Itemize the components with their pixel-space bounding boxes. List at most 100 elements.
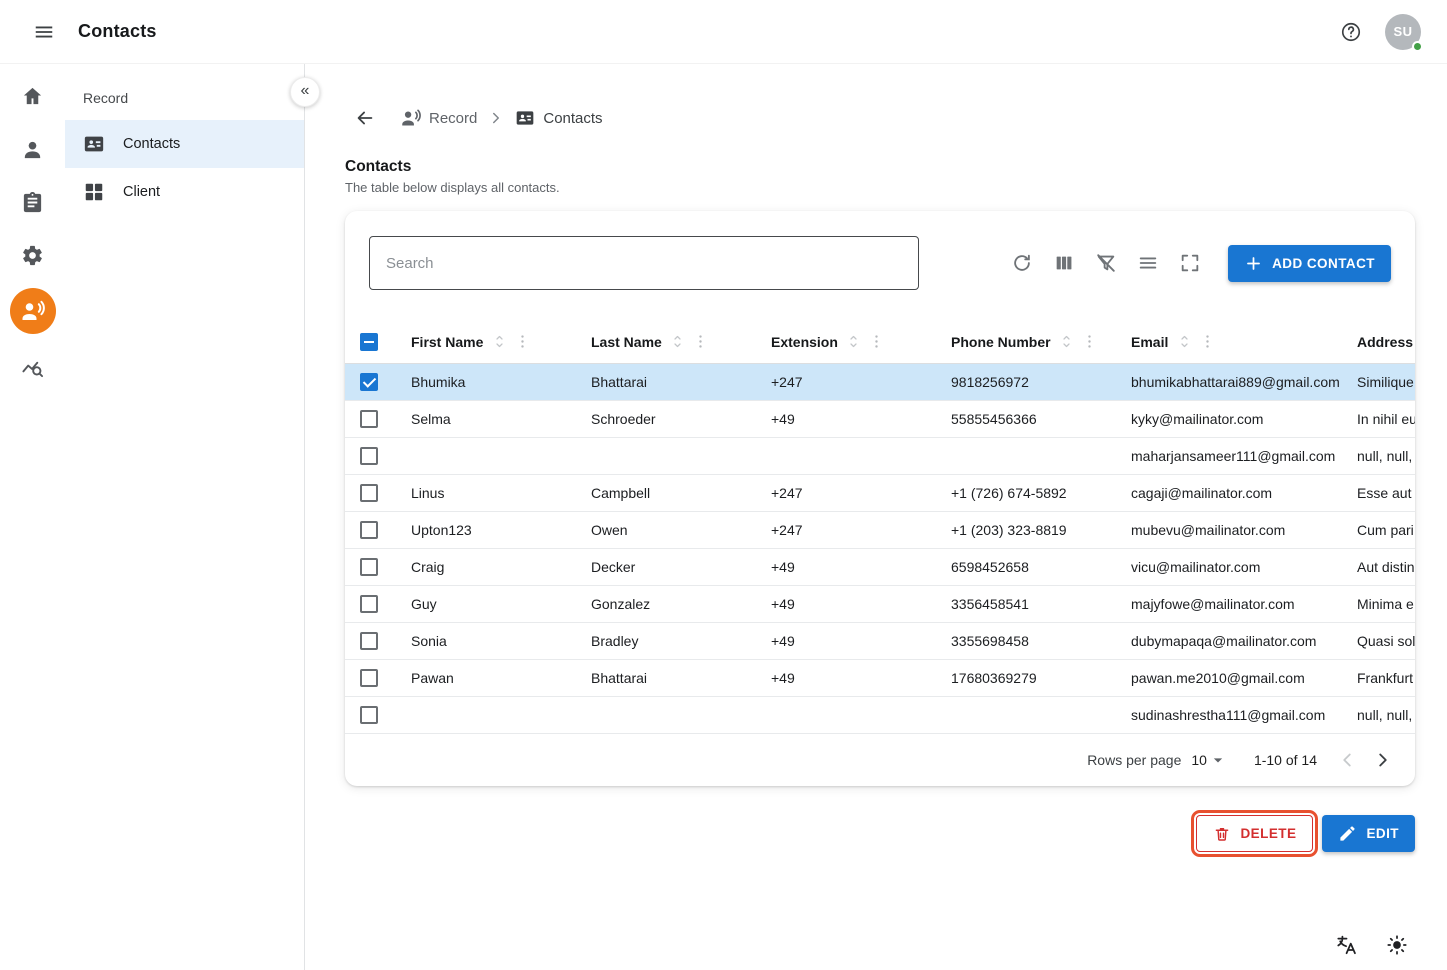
cell-last-name: Bradley <box>575 633 755 649</box>
cell-first-name: Craig <box>395 559 575 575</box>
chevron-right-icon <box>1372 749 1394 771</box>
table-row[interactable]: Craig Decker +49 6598452658 vicu@mailina… <box>345 549 1415 586</box>
row-checkbox-cell <box>345 484 395 502</box>
sort-icon <box>492 334 507 349</box>
breadcrumb-record[interactable]: Record <box>401 108 477 128</box>
rail-analytics-button[interactable] <box>13 347 53 387</box>
menu-button[interactable] <box>24 12 64 52</box>
cell-extension: +49 <box>755 633 935 649</box>
theme-toggle-button[interactable] <box>1377 925 1417 965</box>
column-label: Phone Number <box>951 334 1051 350</box>
rows-per-page-select[interactable]: 10 <box>1191 750 1228 770</box>
back-arrow-icon <box>354 107 376 129</box>
sort-button[interactable] <box>844 332 864 352</box>
row-checkbox[interactable] <box>360 447 378 465</box>
cell-address: null, null, <box>1341 707 1415 723</box>
table-row[interactable]: Bhumika Bhattarai +247 9818256972 bhumik… <box>345 364 1415 401</box>
grid-icon <box>83 181 105 203</box>
row-checkbox[interactable] <box>360 373 378 391</box>
refresh-button[interactable] <box>1002 243 1042 283</box>
row-checkbox-cell <box>345 521 395 539</box>
rail-person-button[interactable] <box>13 129 53 169</box>
rail-record-button-active[interactable] <box>10 288 56 334</box>
breadcrumb-contacts[interactable]: Contacts <box>515 108 602 128</box>
row-checkbox[interactable] <box>360 595 378 613</box>
cell-first-name: Bhumika <box>395 374 575 390</box>
app-body: Record Contacts Client « Record <box>0 64 1447 970</box>
cell-address: Quasi sol <box>1341 633 1415 649</box>
cell-extension: +247 <box>755 374 935 390</box>
table-row[interactable]: Guy Gonzalez +49 3356458541 majyfowe@mai… <box>345 586 1415 623</box>
icon-rail <box>0 64 65 970</box>
column-menu-button[interactable] <box>513 333 531 351</box>
sort-button[interactable] <box>668 332 688 352</box>
table-row[interactable]: Sonia Bradley +49 3355698458 dubymapaqa@… <box>345 623 1415 660</box>
row-checkbox[interactable] <box>360 558 378 576</box>
density-toggle-button[interactable] <box>1128 243 1168 283</box>
rail-tasks-button[interactable] <box>13 182 53 222</box>
help-icon <box>1340 21 1362 43</box>
column-menu-button[interactable] <box>1198 333 1216 351</box>
app-window: Contacts SU <box>0 0 1447 970</box>
row-checkbox[interactable] <box>360 669 378 687</box>
row-checkbox[interactable] <box>360 484 378 502</box>
column-menu-button[interactable] <box>868 333 886 351</box>
column-menu-button[interactable] <box>692 333 710 351</box>
sidebar-section-label: Record <box>65 64 304 120</box>
cell-address: Cum pari <box>1341 522 1415 538</box>
next-page-button[interactable] <box>1365 742 1401 778</box>
cell-address: Esse aut e <box>1341 485 1415 501</box>
sidebar-item-client[interactable]: Client <box>65 168 304 216</box>
table-row[interactable]: Linus Campbell +247 +1 (726) 674-5892 ca… <box>345 475 1415 512</box>
filter-off-icon <box>1095 252 1117 274</box>
edit-button[interactable]: EDIT <box>1322 815 1415 852</box>
sidebar-item-contacts[interactable]: Contacts <box>65 120 304 168</box>
search-input[interactable] <box>369 236 919 290</box>
brightness-icon <box>1386 934 1408 956</box>
table-row[interactable]: sudinashrestha111@gmail.com null, null, <box>345 697 1415 734</box>
show-hide-columns-button[interactable] <box>1044 243 1084 283</box>
sort-button[interactable] <box>489 332 509 352</box>
chevron-left-icon <box>1336 749 1358 771</box>
select-all-checkbox[interactable] <box>360 333 378 351</box>
table-row[interactable]: maharjansameer111@gmail.com null, null, <box>345 438 1415 475</box>
row-checkbox[interactable] <box>360 706 378 724</box>
row-checkbox-cell <box>345 632 395 650</box>
sort-button[interactable] <box>1174 332 1194 352</box>
user-avatar[interactable]: SU <box>1385 14 1421 50</box>
rail-settings-button[interactable] <box>13 235 53 275</box>
back-button[interactable] <box>345 98 385 138</box>
sort-button[interactable] <box>1057 332 1077 352</box>
filter-toggle-button[interactable] <box>1086 243 1126 283</box>
pager <box>1329 742 1401 778</box>
table-row[interactable]: Upton123 Owen +247 +1 (203) 323-8819 mub… <box>345 512 1415 549</box>
contact-card-icon <box>83 133 105 155</box>
previous-page-button[interactable] <box>1329 742 1365 778</box>
cell-first-name: Selma <box>395 411 575 427</box>
collapse-sidebar-button[interactable]: « <box>290 77 320 107</box>
contact-card-icon <box>515 108 535 128</box>
record-voice-icon <box>401 108 421 128</box>
chevron-right-icon <box>487 109 505 127</box>
table-row[interactable]: Pawan Bhattarai +49 17680369279 pawan.me… <box>345 660 1415 697</box>
column-label: First Name <box>411 334 483 350</box>
caret-down-icon <box>1208 750 1228 770</box>
language-button[interactable] <box>1327 925 1367 965</box>
row-checkbox[interactable] <box>360 632 378 650</box>
row-checkbox[interactable] <box>360 521 378 539</box>
density-icon <box>1137 252 1159 274</box>
row-checkbox[interactable] <box>360 410 378 428</box>
page-head: Contacts The table below displays all co… <box>345 158 1415 195</box>
help-button[interactable] <box>1331 12 1371 52</box>
sidebar: Record Contacts Client <box>65 64 305 970</box>
rail-home-button[interactable] <box>13 76 53 116</box>
record-voice-icon <box>21 299 45 323</box>
cell-phone-number: 55855456366 <box>935 411 1115 427</box>
fullscreen-toggle-button[interactable] <box>1170 243 1210 283</box>
table-row[interactable]: Selma Schroeder +49 55855456366 kyky@mai… <box>345 401 1415 438</box>
add-contact-button[interactable]: ADD CONTACT <box>1228 245 1391 282</box>
column-menu-button[interactable] <box>1081 333 1099 351</box>
cell-email: majyfowe@mailinator.com <box>1115 596 1341 612</box>
kebab-icon <box>1081 333 1098 350</box>
delete-button[interactable]: DELETE <box>1196 815 1313 852</box>
